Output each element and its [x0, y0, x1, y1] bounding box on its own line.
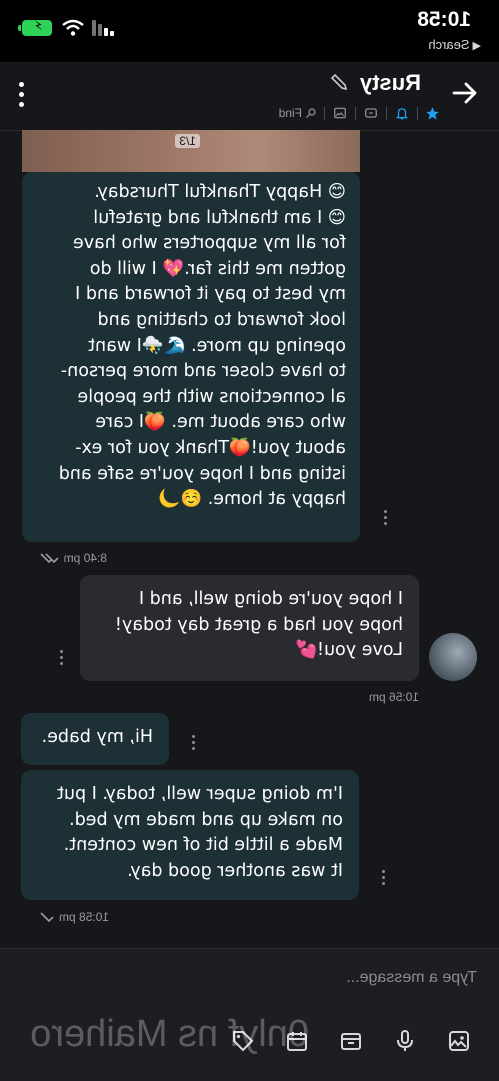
contact-name[interactable]: Rusty: [360, 70, 421, 96]
dollar-icon[interactable]: [363, 105, 379, 121]
find-label: Find: [278, 106, 302, 120]
check-icon: [36, 912, 54, 922]
battery-icon: ⚡: [22, 19, 52, 36]
message-time: 10:58 pm: [36, 910, 109, 924]
bell-icon[interactable]: [394, 105, 410, 121]
message-composer: Type a message... 0nlyf ns Maihero: [0, 948, 499, 1081]
edit-icon[interactable]: [329, 72, 349, 92]
image-icon[interactable]: [332, 105, 348, 121]
more-icon[interactable]: [18, 82, 24, 110]
message-options-icon[interactable]: [191, 735, 195, 751]
photo-counter: 1/3: [175, 134, 200, 148]
sent-message[interactable]: I hope you're doing well, and I hope you…: [80, 575, 419, 681]
back-triangle-icon: ◀: [472, 40, 481, 52]
find-button[interactable]: Find: [279, 106, 317, 120]
image-upload-icon[interactable]: [447, 1029, 471, 1053]
avatar[interactable]: [429, 633, 477, 681]
message-options-icon[interactable]: [59, 650, 63, 666]
message-options-icon[interactable]: [381, 870, 385, 886]
received-message[interactable]: I'm doing super well, today. I put on ma…: [21, 770, 359, 900]
vault-icon[interactable]: [339, 1029, 363, 1053]
message-text: I hope you're doing well, and I hope you…: [114, 589, 403, 661]
message-time: 8:40 pm: [37, 551, 107, 565]
back-to-app-link[interactable]: ◀Search: [428, 37, 481, 52]
back-app-label: Search: [428, 37, 470, 52]
chat-screen: 10:58 ◀Search ⚡ Rusty Find 1/3 😊 Happy T…: [0, 0, 499, 1081]
message-text: 😊 Happy Thankful Thursday. 😊 I am thankf…: [58, 182, 346, 510]
star-icon[interactable]: [425, 105, 441, 121]
watermark: 0nlyf ns Maihero: [30, 1013, 309, 1055]
back-arrow-icon[interactable]: [447, 76, 481, 110]
message-options-icon[interactable]: [383, 510, 387, 526]
chat-actions-row: Find: [279, 104, 441, 122]
message-input[interactable]: Type a message...: [346, 969, 477, 987]
status-time: 10:58: [417, 8, 471, 31]
message-text: I'm doing super well, today. I put on ma…: [57, 784, 343, 881]
received-message[interactable]: 😊 Happy Thankful Thursday. 😊 I am thankf…: [22, 172, 360, 542]
mic-icon[interactable]: [393, 1029, 417, 1053]
message-text: Hi, my babe.: [41, 727, 153, 747]
wifi-icon: [62, 19, 84, 37]
received-message[interactable]: Hi, my babe.: [21, 713, 169, 765]
status-bar: 10:58 ◀Search ⚡: [0, 0, 499, 62]
search-icon: [305, 107, 317, 119]
message-time: 10:56 pm: [368, 690, 419, 704]
cellular-signal-icon: [92, 20, 114, 36]
double-check-icon: [37, 553, 59, 563]
message-photo[interactable]: 1/3: [22, 130, 360, 172]
chat-header: Rusty Find: [0, 62, 499, 131]
